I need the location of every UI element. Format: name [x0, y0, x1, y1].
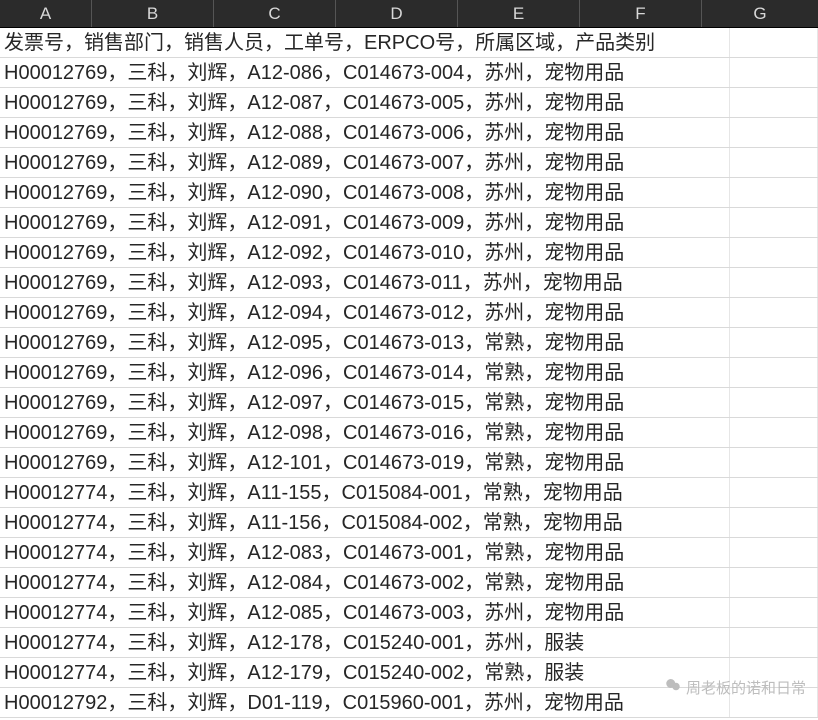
data-row[interactable]: H00012769，三科，刘辉，A12-088，C014673-006，苏州，宠… [0, 118, 818, 148]
column-header-b[interactable]: B [92, 0, 214, 27]
cell-a[interactable]: H00012774，三科，刘辉，A12-083，C014673-001，常熟，宠… [0, 538, 730, 567]
cell-f[interactable] [730, 298, 818, 327]
cell-f[interactable] [730, 688, 818, 717]
data-row[interactable]: H00012792，三科，刘辉，D01-119，C015960-001，苏州，宠… [0, 688, 818, 718]
cell-a[interactable]: H00012769，三科，刘辉，A12-093，C014673-011，苏州，宠… [0, 268, 730, 297]
data-row[interactable]: H00012769，三科，刘辉，A12-095，C014673-013，常熟，宠… [0, 328, 818, 358]
data-row[interactable]: H00012774，三科，刘辉，A12-083，C014673-001，常熟，宠… [0, 538, 818, 568]
cell-a[interactable]: H00012774，三科，刘辉，A11-155，C015084-001，常熟，宠… [0, 478, 730, 507]
column-header-a[interactable]: A [0, 0, 92, 27]
data-row[interactable]: H00012774，三科，刘辉，A12-178，C015240-001，苏州，服… [0, 628, 818, 658]
data-row[interactable]: H00012769，三科，刘辉，A12-101，C014673-019，常熟，宠… [0, 448, 818, 478]
cell-a[interactable]: H00012769，三科，刘辉，A12-086，C014673-004，苏州，宠… [0, 58, 730, 87]
cell-f[interactable] [730, 88, 818, 117]
cell-f[interactable] [730, 148, 818, 177]
cell-f[interactable] [730, 388, 818, 417]
data-row[interactable]: H00012769，三科，刘辉，A12-091，C014673-009，苏州，宠… [0, 208, 818, 238]
cell-f[interactable] [730, 208, 818, 237]
cell-a[interactable]: H00012769，三科，刘辉，A12-087，C014673-005，苏州，宠… [0, 88, 730, 117]
cell-a[interactable]: H00012769，三科，刘辉，A12-091，C014673-009，苏州，宠… [0, 208, 730, 237]
data-row[interactable]: H00012769，三科，刘辉，A12-087，C014673-005，苏州，宠… [0, 88, 818, 118]
data-row[interactable]: H00012769，三科，刘辉，A12-093，C014673-011，苏州，宠… [0, 268, 818, 298]
cell-a[interactable]: H00012769，三科，刘辉，A12-089，C014673-007，苏州，宠… [0, 148, 730, 177]
data-row[interactable]: H00012769，三科，刘辉，A12-086，C014673-004，苏州，宠… [0, 58, 818, 88]
cell-f[interactable] [730, 238, 818, 267]
data-row[interactable]: H00012774，三科，刘辉，A12-085，C014673-003，苏州，宠… [0, 598, 818, 628]
cell-a[interactable]: H00012774，三科，刘辉，A11-156，C015084-002，常熟，宠… [0, 508, 730, 537]
cell-f[interactable] [730, 118, 818, 147]
cell-a[interactable]: H00012769，三科，刘辉，A12-088，C014673-006，苏州，宠… [0, 118, 730, 147]
cell-a[interactable]: 发票号，销售部门，销售人员，工单号，ERPCO号，所属区域，产品类别 [0, 28, 730, 57]
data-row[interactable]: H00012769，三科，刘辉，A12-096，C014673-014，常熟，宠… [0, 358, 818, 388]
cell-f[interactable] [730, 418, 818, 447]
cell-f[interactable] [730, 58, 818, 87]
cell-a[interactable]: H00012774，三科，刘辉，A12-085，C014673-003，苏州，宠… [0, 598, 730, 627]
cell-a[interactable]: H00012769，三科，刘辉，A12-096，C014673-014，常熟，宠… [0, 358, 730, 387]
data-row[interactable]: H00012774，三科，刘辉，A11-155，C015084-001，常熟，宠… [0, 478, 818, 508]
cell-f[interactable] [730, 28, 818, 57]
cell-f[interactable] [730, 628, 818, 657]
cell-f[interactable] [730, 568, 818, 597]
cell-f[interactable] [730, 328, 818, 357]
data-row[interactable]: H00012769，三科，刘辉，A12-090，C014673-008，苏州，宠… [0, 178, 818, 208]
column-header-c[interactable]: C [214, 0, 336, 27]
cell-a[interactable]: H00012774，三科，刘辉，A12-178，C015240-001，苏州，服… [0, 628, 730, 657]
cell-a[interactable]: H00012769，三科，刘辉，A12-094，C014673-012，苏州，宠… [0, 298, 730, 327]
data-row[interactable]: H00012769，三科，刘辉，A12-089，C014673-007，苏州，宠… [0, 148, 818, 178]
data-row[interactable]: H00012769，三科，刘辉，A12-092，C014673-010，苏州，宠… [0, 238, 818, 268]
cell-a[interactable]: H00012769，三科，刘辉，A12-101，C014673-019，常熟，宠… [0, 448, 730, 477]
cell-a[interactable]: H00012774，三科，刘辉，A12-084，C014673-002，常熟，宠… [0, 568, 730, 597]
cell-f[interactable] [730, 658, 818, 687]
spreadsheet-data-area[interactable]: 发票号，销售部门，销售人员，工单号，ERPCO号，所属区域，产品类别H00012… [0, 28, 818, 720]
column-header-d[interactable]: D [336, 0, 458, 27]
data-row[interactable]: H00012769，三科，刘辉，A12-094，C014673-012，苏州，宠… [0, 298, 818, 328]
data-header-row[interactable]: 发票号，销售部门，销售人员，工单号，ERPCO号，所属区域，产品类别 [0, 28, 818, 58]
cell-f[interactable] [730, 538, 818, 567]
data-row[interactable]: H00012774，三科，刘辉，A12-084，C014673-002，常熟，宠… [0, 568, 818, 598]
cell-f[interactable] [730, 478, 818, 507]
cell-f[interactable] [730, 598, 818, 627]
cell-a[interactable]: H00012769，三科，刘辉，A12-097，C014673-015，常熟，宠… [0, 388, 730, 417]
column-header-e[interactable]: E [458, 0, 580, 27]
data-row[interactable]: H00012769，三科，刘辉，A12-097，C014673-015，常熟，宠… [0, 388, 818, 418]
cell-f[interactable] [730, 448, 818, 477]
data-row[interactable]: H00012774，三科，刘辉，A12-179，C015240-002，常熟，服… [0, 658, 818, 688]
cell-a[interactable]: H00012792，三科，刘辉，D01-119，C015960-001，苏州，宠… [0, 688, 730, 717]
column-header-row: ABCDEFG [0, 0, 818, 28]
cell-f[interactable] [730, 508, 818, 537]
column-header-f[interactable]: F [580, 0, 702, 27]
data-row[interactable]: H00012769，三科，刘辉，A12-098，C014673-016，常熟，宠… [0, 418, 818, 448]
column-header-g[interactable]: G [702, 0, 818, 27]
cell-a[interactable]: H00012774，三科，刘辉，A12-179，C015240-002，常熟，服… [0, 658, 730, 687]
cell-a[interactable]: H00012769，三科，刘辉，A12-090，C014673-008，苏州，宠… [0, 178, 730, 207]
cell-a[interactable]: H00012769，三科，刘辉，A12-095，C014673-013，常熟，宠… [0, 328, 730, 357]
cell-f[interactable] [730, 268, 818, 297]
cell-f[interactable] [730, 358, 818, 387]
data-row[interactable]: H00012774，三科，刘辉，A11-156，C015084-002，常熟，宠… [0, 508, 818, 538]
cell-a[interactable]: H00012769，三科，刘辉，A12-092，C014673-010，苏州，宠… [0, 238, 730, 267]
cell-a[interactable]: H00012769，三科，刘辉，A12-098，C014673-016，常熟，宠… [0, 418, 730, 447]
cell-f[interactable] [730, 178, 818, 207]
